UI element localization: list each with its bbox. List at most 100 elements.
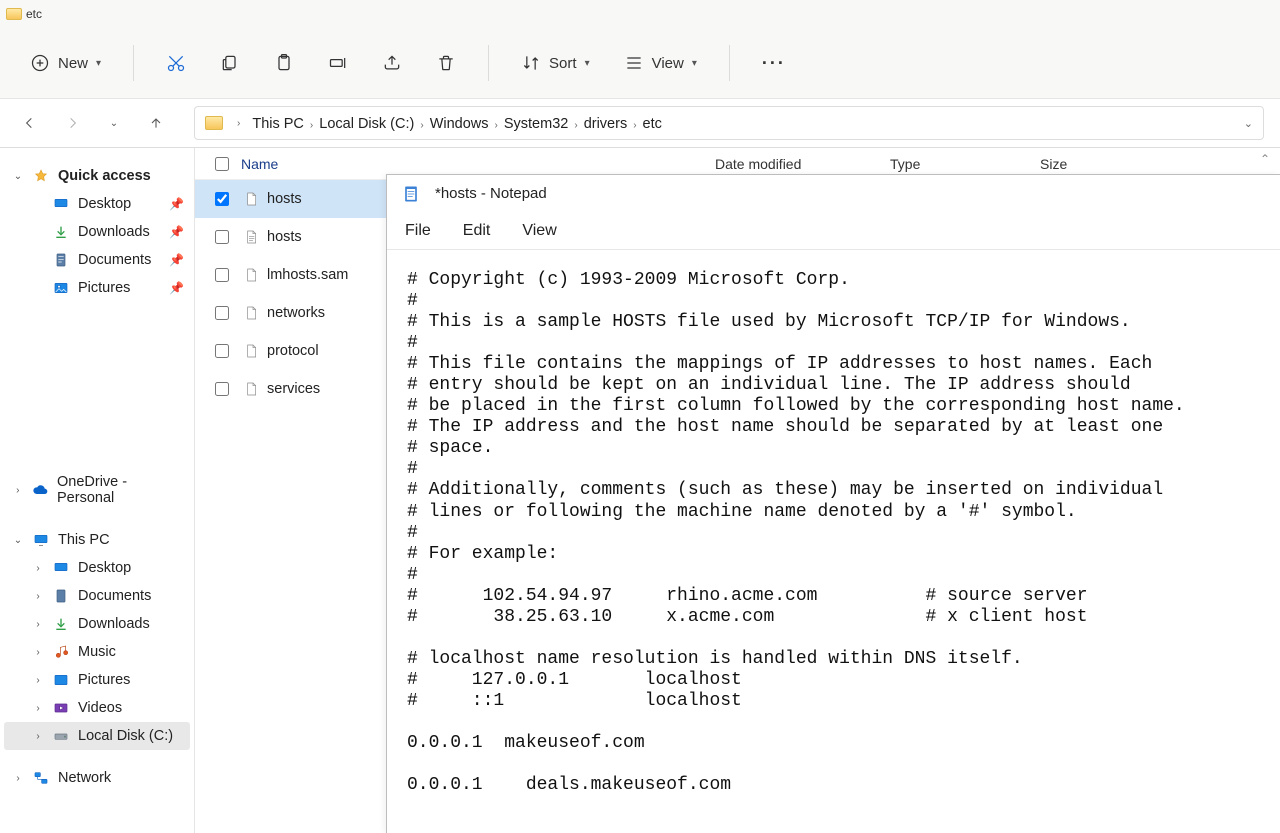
row-checkbox[interactable]	[215, 268, 229, 282]
sidebar-item-label: Desktop	[78, 560, 131, 576]
row-checkbox[interactable]	[215, 192, 229, 206]
chevron-right-icon: ›	[12, 773, 24, 784]
column-type[interactable]: Type	[890, 156, 920, 172]
breadcrumb-segment[interactable]: Windows	[426, 114, 493, 134]
sidebar-item[interactable]: ›Documents	[4, 582, 190, 610]
chevron-right-icon: ›	[235, 118, 242, 129]
pin-icon: 📌	[169, 197, 184, 211]
row-checkbox[interactable]	[215, 230, 229, 244]
copy-icon	[220, 53, 240, 73]
address-bar[interactable]: › This PC›Local Disk (C:)›Windows›System…	[194, 106, 1264, 140]
rename-button[interactable]	[318, 45, 358, 81]
sidebar-item[interactable]: ›Downloads	[4, 610, 190, 638]
sidebar-item[interactable]: Downloads📌	[4, 218, 190, 246]
sidebar-label: OneDrive - Personal	[57, 474, 184, 506]
file-name: networks	[267, 305, 325, 321]
navigation-bar: ⌄ › This PC›Local Disk (C:)›Windows›Syst…	[0, 98, 1280, 148]
sidebar-item[interactable]: › Desktop	[4, 554, 190, 582]
sidebar-item[interactable]: Documents 📌	[4, 246, 190, 274]
sidebar-item[interactable]: Pictures📌	[4, 274, 190, 302]
recent-button[interactable]: ⌄	[100, 109, 128, 137]
file-icon	[243, 341, 265, 361]
file-name: hosts	[267, 191, 302, 207]
breadcrumb-segment[interactable]: This PC	[248, 114, 308, 134]
pin-icon: 📌	[169, 253, 184, 267]
row-checkbox[interactable]	[215, 306, 229, 320]
share-icon	[382, 53, 402, 73]
sidebar-item[interactable]: ›Pictures	[4, 666, 190, 694]
file-icon	[243, 265, 265, 285]
chevron-down-icon: ⌄	[12, 171, 24, 182]
more-button[interactable]: ···	[752, 45, 796, 82]
file-name: services	[267, 381, 320, 397]
notepad-window: *hosts - Notepad File Edit View # Copyri…	[386, 174, 1280, 833]
row-checkbox[interactable]	[215, 382, 229, 396]
trash-icon	[436, 53, 456, 73]
sidebar-label: Network	[58, 770, 111, 786]
chevron-right-icon: ›	[631, 120, 638, 131]
sidebar-item-label: Music	[78, 644, 116, 660]
file-name: hosts	[267, 229, 302, 245]
network-icon	[32, 770, 50, 786]
back-button[interactable]	[16, 109, 44, 137]
chevron-right-icon: ›	[418, 120, 425, 131]
up-button[interactable]	[142, 109, 170, 137]
file-icon	[243, 189, 265, 209]
view-button[interactable]: View ▾	[614, 45, 707, 81]
menu-view[interactable]: View	[520, 218, 558, 244]
scroll-up-icon[interactable]: ⌃	[1260, 152, 1270, 166]
row-checkbox[interactable]	[215, 344, 229, 358]
column-name[interactable]: Name	[241, 156, 541, 172]
chevron-right-icon: ›	[32, 619, 44, 630]
paste-button[interactable]	[264, 45, 304, 81]
sidebar-item[interactable]: ›Music	[4, 638, 190, 666]
chevron-right-icon: ›	[32, 703, 44, 714]
item-icon	[52, 700, 70, 716]
chevron-right-icon: ›	[572, 120, 579, 131]
sidebar-placeholder	[4, 330, 190, 358]
delete-button[interactable]	[426, 45, 466, 81]
item-icon	[52, 224, 70, 240]
menu-edit[interactable]: Edit	[461, 218, 493, 244]
forward-button[interactable]	[58, 109, 86, 137]
navigation-pane: ⌄ Quick access Desktop📌Downloads📌Documen…	[0, 148, 195, 833]
copy-button[interactable]	[210, 45, 250, 81]
item-icon	[52, 644, 70, 660]
share-button[interactable]	[372, 45, 412, 81]
sidebar-quick-access[interactable]: ⌄ Quick access	[4, 162, 190, 190]
sidebar-item[interactable]: Desktop📌	[4, 190, 190, 218]
sidebar-this-pc[interactable]: ⌄ This PC	[4, 526, 190, 554]
list-icon	[624, 53, 644, 73]
sidebar-onedrive[interactable]: › OneDrive - Personal	[4, 468, 190, 512]
sidebar-label: This PC	[58, 532, 110, 548]
menu-file[interactable]: File	[403, 218, 433, 244]
rename-icon	[328, 53, 348, 73]
item-icon	[52, 252, 70, 268]
sidebar-item[interactable]: ›Local Disk (C:)	[4, 722, 190, 750]
chevron-right-icon: ›	[32, 563, 44, 574]
cut-button[interactable]	[156, 45, 196, 81]
column-size[interactable]: Size	[1040, 156, 1067, 172]
sidebar-item[interactable]: ›Videos	[4, 694, 190, 722]
sidebar-item-label: Downloads	[78, 224, 150, 240]
cloud-icon	[32, 482, 49, 498]
star-icon	[32, 168, 50, 184]
chevron-down-icon: ⌄	[12, 535, 24, 546]
breadcrumb-segment[interactable]: drivers	[580, 114, 632, 134]
select-all-checkbox[interactable]	[215, 157, 229, 171]
chevron-down-icon: ▾	[692, 58, 697, 69]
sidebar-network[interactable]: › Network	[4, 764, 190, 792]
sidebar-item-label: Documents	[78, 252, 151, 268]
file-icon	[243, 379, 265, 399]
sort-button[interactable]: Sort ▾	[511, 45, 600, 81]
column-date[interactable]: Date modified	[715, 156, 801, 172]
chevron-down-icon[interactable]: ⌄	[1244, 117, 1253, 130]
breadcrumb-segment[interactable]: System32	[500, 114, 572, 134]
notepad-titlebar[interactable]: *hosts - Notepad	[387, 175, 1280, 213]
folder-icon	[205, 116, 223, 130]
notepad-editor[interactable]: # Copyright (c) 1993-2009 Microsoft Corp…	[387, 249, 1280, 833]
breadcrumb-segment[interactable]: Local Disk (C:)	[315, 114, 418, 134]
breadcrumb-segment[interactable]: etc	[639, 114, 666, 134]
new-button[interactable]: New ▾	[20, 45, 111, 81]
sidebar-label: Quick access	[58, 168, 151, 184]
